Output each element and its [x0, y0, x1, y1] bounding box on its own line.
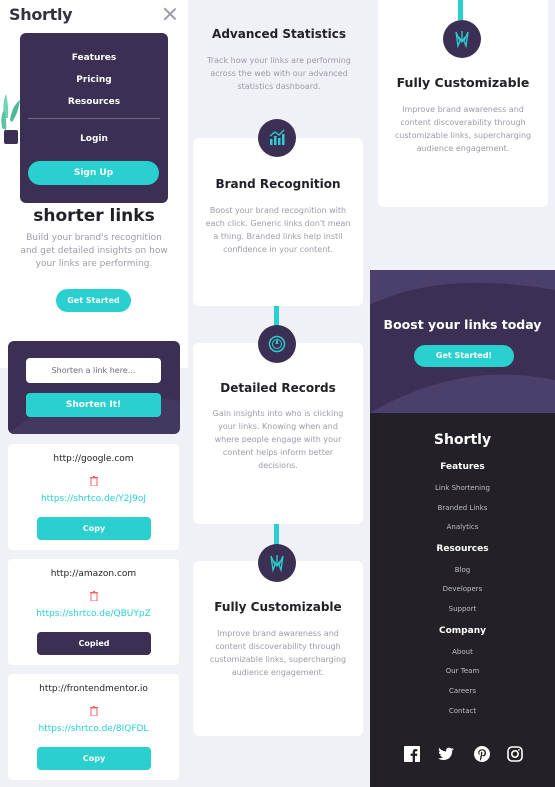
- mobile-nav-menu: Features Pricing Resources Login Sign Up: [20, 33, 168, 203]
- logo[interactable]: Shortly: [9, 5, 73, 24]
- footer-heading-resources: Resources: [436, 544, 489, 554]
- nav-item-features[interactable]: Features: [20, 53, 168, 63]
- footer-link[interactable]: Link Shortening: [370, 484, 555, 492]
- feature-card-fully-customizable: Fully Customizable Improve brand awarene…: [193, 561, 363, 736]
- hero-section: Shortly Features Pricing Resources Login…: [0, 0, 188, 368]
- card-description: Improve brand awareness and content disc…: [394, 105, 532, 153]
- footer-link[interactable]: About: [370, 648, 555, 656]
- boost-bg-pattern: [370, 270, 555, 413]
- card-connector: [458, 0, 463, 20]
- card-description: Boost your brand recognition with each c…: [205, 206, 351, 254]
- result-card: http://amazon.com https://shrtco.de/QBUY…: [8, 559, 179, 665]
- copy-button[interactable]: Copy: [37, 747, 151, 770]
- short-url[interactable]: https://shrtco.de/8IQFDL: [8, 724, 179, 734]
- result-card: http://frontendmentor.io https://shrtco.…: [8, 674, 179, 780]
- pinterest-icon[interactable]: [474, 746, 490, 762]
- instagram-icon[interactable]: [507, 746, 523, 762]
- boost-section: Boost your links today Get Started!: [370, 270, 555, 413]
- signup-button[interactable]: Sign Up: [28, 161, 159, 185]
- mobile-view-3: Fully Customizable Improve brand awarene…: [370, 0, 555, 787]
- original-url: http://amazon.com: [50, 569, 137, 579]
- shorten-button[interactable]: Shorten It!: [26, 393, 161, 417]
- hero-subtitle: Build your brand's recognition and get d…: [20, 233, 168, 269]
- boost-get-started-button[interactable]: Get Started!: [414, 345, 514, 367]
- footer-link[interactable]: Careers: [370, 687, 555, 695]
- get-started-button[interactable]: Get Started: [56, 289, 131, 312]
- fully-customizable-icon: [443, 20, 481, 58]
- nav-item-pricing[interactable]: Pricing: [20, 75, 168, 85]
- card-title: Fully Customizable: [214, 600, 342, 614]
- shorten-bg-pattern: [8, 395, 180, 434]
- copied-button[interactable]: Copied: [37, 632, 151, 655]
- stats-title: Advanced Statistics: [212, 27, 346, 41]
- short-url[interactable]: https://shrtco.de/Y2J9oJ: [8, 494, 179, 504]
- footer-link[interactable]: Our Team: [370, 667, 555, 675]
- brand-recognition-icon: [258, 119, 296, 157]
- shorten-input[interactable]: Shorten a link here...: [26, 358, 161, 383]
- footer-logo[interactable]: Shortly: [370, 432, 555, 448]
- fully-customizable-icon: [258, 544, 296, 582]
- mobile-view-1: Shortly Features Pricing Resources Login…: [0, 0, 188, 787]
- card-title: Brand Recognition: [215, 177, 341, 191]
- trash-icon[interactable]: [90, 706, 98, 716]
- shorten-form: Shorten a link here... Shorten It!: [8, 341, 180, 434]
- footer-link[interactable]: Developers: [370, 585, 555, 593]
- hero-title: shorter links: [33, 206, 155, 226]
- footer-link[interactable]: Analytics: [370, 523, 555, 531]
- boost-title: Boost your links today: [383, 317, 542, 332]
- close-icon[interactable]: [162, 6, 178, 22]
- twitter-icon[interactable]: [438, 746, 454, 762]
- footer-link[interactable]: Branded Links: [370, 504, 555, 512]
- original-url: http://google.com: [53, 454, 134, 464]
- detailed-records-icon: [258, 325, 296, 363]
- card-description: Gain insights into who is clicking your …: [212, 409, 344, 470]
- footer-link[interactable]: Contact: [370, 707, 555, 715]
- original-url: http://frontendmentor.io: [39, 684, 148, 694]
- facebook-icon[interactable]: [404, 746, 420, 762]
- short-url[interactable]: https://shrtco.de/QBUYpZ: [8, 609, 179, 619]
- footer-heading-company: Company: [439, 626, 486, 636]
- login-link[interactable]: Login: [20, 134, 168, 144]
- mobile-view-2: Advanced Statistics Track how your links…: [188, 0, 370, 787]
- footer-link[interactable]: Support: [370, 605, 555, 613]
- feature-card-detailed-records: Detailed Records Gain insights into who …: [193, 343, 363, 524]
- card-description: Improve brand awareness and content disc…: [209, 629, 347, 677]
- copy-button[interactable]: Copy: [37, 517, 151, 540]
- footer-link[interactable]: Blog: [370, 566, 555, 574]
- result-card: http://google.com https://shrtco.de/Y2J9…: [8, 444, 179, 550]
- nav-item-resources[interactable]: Resources: [20, 97, 168, 107]
- stats-description: Track how your links are performing acro…: [207, 56, 351, 91]
- feature-card-brand-recognition: Brand Recognition Boost your brand recog…: [193, 138, 363, 306]
- card-title: Detailed Records: [220, 381, 336, 395]
- footer-heading-features: Features: [440, 462, 485, 472]
- trash-icon[interactable]: [90, 591, 98, 601]
- trash-icon[interactable]: [90, 476, 98, 486]
- menu-divider: [28, 118, 160, 119]
- card-title: Fully Customizable: [396, 75, 530, 90]
- footer: Shortly Features Link Shortening Branded…: [370, 413, 555, 787]
